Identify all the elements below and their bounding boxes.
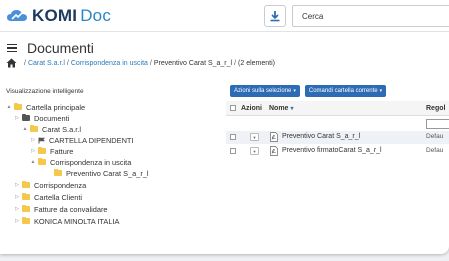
expand-toggle-icon[interactable]: ▲ bbox=[6, 104, 12, 110]
flag-folder-icon bbox=[38, 137, 45, 143]
tree-item-label: CARTELLA DIPENDENTI bbox=[49, 135, 134, 145]
select-all-checkbox[interactable] bbox=[230, 105, 236, 111]
column-filter-input[interactable] bbox=[426, 119, 449, 129]
folder-icon bbox=[22, 216, 30, 224]
tree-item-label: Corrispondenza in uscita bbox=[50, 157, 132, 167]
row-value: Defau bbox=[426, 133, 444, 140]
app-window: KOMI Doc Cerca Documenti / Carat S.a.r.l … bbox=[0, 0, 449, 254]
breadcrumb-separator: / bbox=[149, 59, 152, 67]
page-header: Documenti bbox=[7, 40, 94, 56]
column-azioni: Azioni bbox=[241, 105, 262, 112]
home-icon[interactable] bbox=[6, 58, 17, 68]
folder-icon bbox=[54, 168, 62, 176]
pdf-file-icon bbox=[270, 146, 278, 156]
download-button[interactable] bbox=[264, 5, 286, 27]
action-toolbar: Azioni sulla selezione ▾ Comandi cartella… bbox=[230, 85, 387, 97]
breadcrumb-separator: / bbox=[66, 59, 69, 67]
tree-item-cartella-clienti[interactable]: ▷ Cartella Clienti bbox=[14, 191, 82, 203]
tree-item-label: Cartella principale bbox=[26, 102, 86, 112]
tree-item-label: Documenti bbox=[34, 113, 70, 123]
row-actions-dropdown[interactable]: ▾ bbox=[250, 147, 259, 155]
expand-toggle-icon[interactable]: ▷ bbox=[14, 115, 20, 121]
expand-toggle-icon[interactable]: ▷ bbox=[14, 194, 20, 200]
logo-main-text: KOMI bbox=[32, 6, 78, 25]
tree-item-konica-minolta[interactable]: ▷ KONICA MINOLTA ITALIA bbox=[14, 215, 119, 227]
tree-item-preventivo[interactable]: Preventivo Carat S_a_r_l bbox=[54, 167, 149, 179]
tree-item-fatture-da-convalidare[interactable]: ▷ Fatture da convalidare bbox=[14, 203, 108, 215]
table-row[interactable]: ▾ Preventivo firmatoCarat S_a_r_l Defau bbox=[226, 145, 449, 158]
expand-toggle-icon[interactable]: ▲ bbox=[22, 126, 28, 132]
logo-sub-text: Doc bbox=[80, 6, 112, 25]
search-input[interactable]: Cerca bbox=[292, 5, 449, 27]
folder-commands-label: Comandi cartella corrente bbox=[308, 88, 378, 94]
grid-header: Azioni Nome ▾ Regol bbox=[226, 101, 449, 116]
expand-toggle-icon[interactable]: ▷ bbox=[30, 137, 36, 143]
expand-toggle-icon[interactable]: ▷ bbox=[14, 218, 20, 224]
tree-item-label: Preventivo Carat S_a_r_l bbox=[66, 168, 149, 178]
selection-actions-button[interactable]: Azioni sulla selezione ▾ bbox=[230, 85, 300, 97]
tree-item-label: Corrispondenza bbox=[34, 180, 87, 190]
page-title: Documenti bbox=[27, 40, 94, 56]
breadcrumb-separator: / bbox=[24, 59, 26, 67]
top-bar: KOMI Doc Cerca bbox=[0, 0, 449, 32]
tree-item-label: KONICA MINOLTA ITALIA bbox=[34, 216, 120, 226]
row-value: Defau bbox=[426, 147, 444, 154]
folder-icon bbox=[22, 192, 30, 200]
breadcrumb-link-corrispondenza[interactable]: Corrispondenza in uscita bbox=[71, 60, 148, 67]
column-nome[interactable]: Nome ▾ bbox=[269, 105, 293, 112]
row-actions-dropdown[interactable]: ▾ bbox=[250, 133, 259, 141]
download-icon bbox=[270, 11, 280, 22]
breadcrumb-current: Preventivo Carat S_a_r_l bbox=[153, 59, 233, 67]
dropdown-caret-icon: ▾ bbox=[379, 88, 383, 94]
row-name[interactable]: Preventivo firmatoCarat S_a_r_l bbox=[282, 147, 382, 154]
sidebar-heading: Visualizzazione intelligente bbox=[6, 88, 84, 95]
column-regola: Regol bbox=[426, 105, 446, 112]
row-checkbox[interactable] bbox=[230, 148, 236, 154]
table-row[interactable]: ▾ Preventivo Carat S_a_r_l Defau bbox=[226, 131, 449, 144]
tree-item-label: Fatture da convalidare bbox=[34, 204, 108, 214]
expand-toggle-icon[interactable]: ▷ bbox=[14, 182, 20, 188]
tree-item-label: Cartella Clienti bbox=[34, 192, 83, 202]
breadcrumb-link-carat[interactable]: Carat S.a.r.l bbox=[28, 60, 65, 67]
app-logo[interactable]: KOMI Doc bbox=[6, 6, 111, 26]
expand-toggle-icon[interactable]: ▲ bbox=[30, 159, 36, 165]
selection-actions-label: Azioni sulla selezione bbox=[234, 88, 292, 94]
sort-icon[interactable]: ▾ bbox=[290, 106, 293, 112]
folder-icon bbox=[22, 180, 30, 188]
pdf-file-icon bbox=[270, 132, 278, 142]
tree-item-label: Fatture bbox=[50, 146, 74, 156]
folder-commands-button[interactable]: Comandi cartella corrente ▾ bbox=[304, 85, 387, 97]
column-nome-label: Nome bbox=[269, 105, 289, 112]
expand-toggle-icon[interactable]: ▷ bbox=[14, 206, 20, 212]
folder-dark-icon bbox=[22, 113, 30, 121]
breadcrumb: / Carat S.a.r.l / Corrispondenza in usci… bbox=[6, 58, 275, 68]
folder-icon bbox=[38, 146, 46, 154]
breadcrumb-count: (2 elementi) bbox=[238, 59, 276, 67]
tree-item-corrispondenza[interactable]: ▷ Corrispondenza bbox=[14, 179, 86, 191]
folder-icon bbox=[22, 204, 30, 212]
menu-icon[interactable] bbox=[7, 43, 17, 53]
folder-icon bbox=[38, 157, 46, 165]
row-name[interactable]: Preventivo Carat S_a_r_l bbox=[282, 133, 360, 140]
breadcrumb-separator: / bbox=[234, 59, 237, 67]
dropdown-caret-icon: ▾ bbox=[293, 88, 296, 94]
row-checkbox[interactable] bbox=[230, 134, 236, 140]
cloud-logo-icon bbox=[7, 10, 27, 21]
logo-text: KOMI Doc bbox=[32, 6, 111, 26]
folder-icon bbox=[14, 102, 22, 110]
expand-toggle-icon[interactable]: ▷ bbox=[30, 148, 36, 154]
folder-icon bbox=[30, 124, 38, 132]
tree-item-label: Carat S.a.r.l bbox=[42, 124, 82, 134]
